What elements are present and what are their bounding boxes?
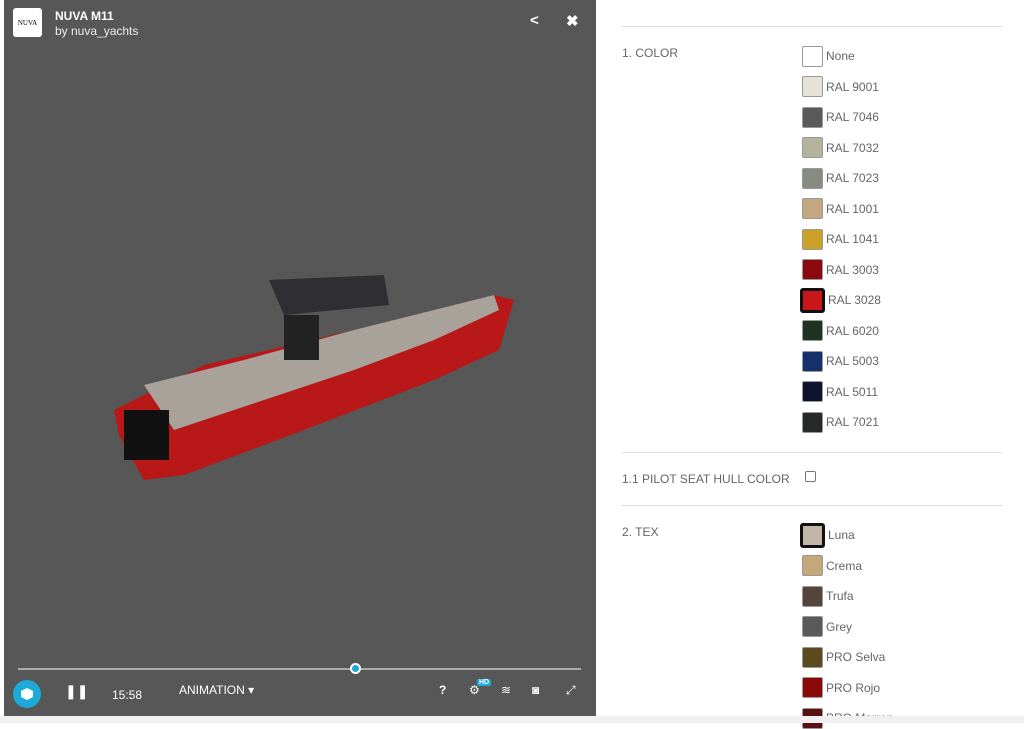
- swatch-label: RAL 1041: [826, 232, 879, 246]
- timeline-handle[interactable]: [350, 663, 361, 674]
- swatch-option[interactable]: None: [802, 45, 855, 67]
- vr-icon[interactable]: ◙: [532, 683, 539, 697]
- color-swatch[interactable]: [802, 555, 823, 576]
- swatch-label: RAL 3028: [828, 293, 881, 307]
- boat-model[interactable]: [104, 270, 524, 500]
- swatch-option[interactable]: Trufa: [802, 585, 854, 607]
- model-title[interactable]: NUVA M11: [55, 9, 114, 23]
- swatch-label: Grey: [826, 620, 852, 634]
- swatch-option[interactable]: RAL 1041: [802, 228, 879, 250]
- swatch-label: RAL 7023: [826, 171, 879, 185]
- color-section-label: 1. COLOR: [622, 46, 678, 60]
- color-swatch[interactable]: [802, 351, 823, 372]
- swatch-label: RAL 9001: [826, 80, 879, 94]
- swatch-option[interactable]: RAL 7046: [802, 106, 879, 128]
- color-swatch[interactable]: [802, 586, 823, 607]
- color-swatch[interactable]: [802, 46, 823, 67]
- color-swatch[interactable]: [802, 320, 823, 341]
- color-swatch[interactable]: [802, 229, 823, 250]
- color-swatch[interactable]: [802, 412, 823, 433]
- swatch-option[interactable]: RAL 1001: [802, 198, 879, 220]
- swatch-option[interactable]: RAL 5003: [802, 350, 879, 372]
- swatch-label: RAL 5003: [826, 354, 879, 368]
- swatch-option[interactable]: RAL 7032: [802, 137, 879, 159]
- swatch-label: PRO Selva: [826, 650, 885, 664]
- swatch-label: None: [826, 49, 855, 63]
- divider: [622, 26, 1002, 27]
- animation-label: ANIMATION: [179, 683, 245, 697]
- swatch-option[interactable]: RAL 9001: [802, 76, 879, 98]
- animation-timeline[interactable]: [18, 668, 581, 670]
- swatch-option[interactable]: PRO Rojo: [802, 677, 880, 699]
- color-swatch[interactable]: [802, 677, 823, 698]
- color-swatch[interactable]: [800, 523, 825, 548]
- swatch-option[interactable]: Luna: [802, 524, 855, 546]
- color-swatch[interactable]: [802, 381, 823, 402]
- animation-dropdown[interactable]: ANIMATION ▾: [179, 683, 254, 697]
- pause-icon[interactable]: ❚❚: [65, 683, 88, 700]
- tex-section-label: 2. TEX: [622, 525, 658, 539]
- 3d-viewer[interactable]: NUVA NUVA M11 by nuva_yachts < ✖ ❚❚ 15:5…: [4, 0, 596, 716]
- swatch-label: RAL 7021: [826, 415, 879, 429]
- hd-badge: HD: [477, 679, 491, 686]
- swatch-label: PRO Rojo: [826, 681, 880, 695]
- color-swatch[interactable]: [802, 616, 823, 637]
- color-swatch[interactable]: [802, 107, 823, 128]
- page-footer: [0, 716, 1024, 723]
- swatch-option[interactable]: RAL 5011: [802, 381, 878, 403]
- color-swatch[interactable]: [802, 647, 823, 668]
- pilot-seat-checkbox[interactable]: [805, 471, 816, 482]
- swatch-label: RAL 1001: [826, 202, 879, 216]
- swatch-option[interactable]: RAL 7021: [802, 411, 879, 433]
- swatch-option[interactable]: PRO Selva: [802, 646, 885, 668]
- swatch-option[interactable]: RAL 7023: [802, 167, 879, 189]
- divider: [622, 452, 1002, 453]
- help-icon[interactable]: ?: [439, 683, 446, 697]
- swatch-option[interactable]: Grey: [802, 616, 852, 638]
- divider: [622, 505, 1002, 506]
- color-swatch[interactable]: [802, 198, 823, 219]
- pilot-seat-label: 1.1 PILOT SEAT HULL COLOR: [622, 472, 790, 486]
- swatch-label: RAL 7032: [826, 141, 879, 155]
- color-swatch[interactable]: [802, 137, 823, 158]
- swatch-label: RAL 5011: [826, 385, 878, 399]
- sketchfab-logo-icon[interactable]: [13, 680, 41, 708]
- swatch-label: RAL 7046: [826, 110, 879, 124]
- color-swatch[interactable]: [800, 288, 825, 313]
- swatch-label: Trufa: [826, 589, 854, 603]
- layers-icon[interactable]: ≋: [501, 683, 511, 697]
- close-icon[interactable]: ✖: [566, 12, 579, 30]
- brand-logo: NUVA: [13, 8, 42, 37]
- swatch-label: Luna: [828, 528, 855, 542]
- color-swatch[interactable]: [802, 168, 823, 189]
- color-swatch[interactable]: [802, 259, 823, 280]
- fullscreen-icon[interactable]: ⤢: [566, 683, 576, 698]
- swatch-option[interactable]: RAL 3028: [802, 289, 881, 311]
- swatch-label: RAL 6020: [826, 324, 879, 338]
- time-display: 15:58: [112, 688, 142, 702]
- color-swatch[interactable]: [802, 76, 823, 97]
- model-author[interactable]: by nuva_yachts: [55, 24, 138, 38]
- swatch-option[interactable]: RAL 6020: [802, 320, 879, 342]
- swatch-option[interactable]: Crema: [802, 555, 862, 577]
- swatch-label: RAL 3003: [826, 263, 879, 277]
- swatch-option[interactable]: RAL 3003: [802, 259, 879, 281]
- share-icon[interactable]: <: [530, 12, 539, 29]
- swatch-label: Crema: [826, 559, 862, 573]
